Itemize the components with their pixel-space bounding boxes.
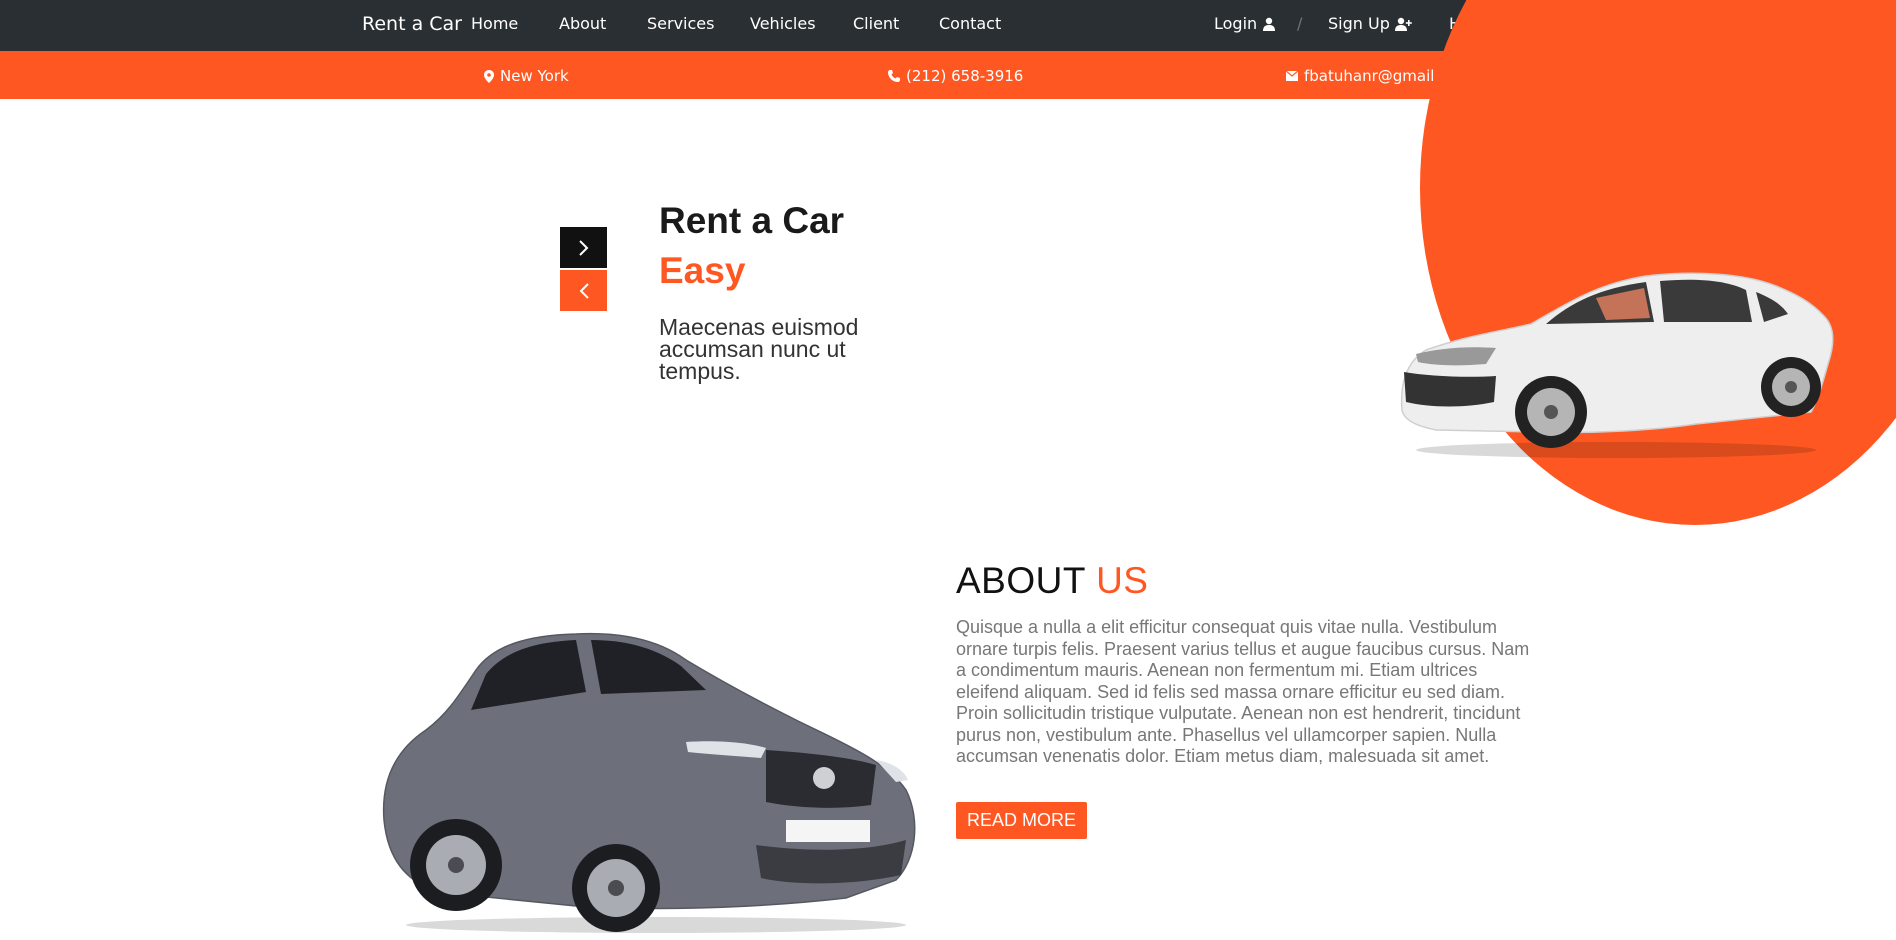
location-text: New York — [500, 67, 569, 85]
chevron-left-icon — [579, 282, 589, 299]
login-label: Login — [1214, 14, 1258, 33]
signup-label: Sign Up — [1328, 14, 1390, 33]
slider-prev-button[interactable] — [560, 270, 607, 311]
about-paragraph: Quisque a nulla a elit efficitur consequ… — [956, 617, 1530, 766]
nav-link-client[interactable]: Client — [853, 14, 899, 33]
hero-car-image — [1396, 262, 1846, 466]
auth-separator: / — [1297, 14, 1303, 33]
about-suv-image — [376, 630, 936, 939]
hero-subtitle: Maecenas euismod accumsan nunc ut tempus… — [659, 314, 859, 384]
brand-logo[interactable]: Rent a Car — [362, 13, 462, 35]
user-plus-icon — [1394, 17, 1412, 31]
about-title-accent: US — [1096, 560, 1149, 601]
signup-link[interactable]: Sign Up — [1328, 14, 1412, 33]
about-title-main: ABOUT — [956, 560, 1086, 601]
hero-accent-title: Easy — [659, 250, 746, 291]
nav-link-home[interactable]: Home — [471, 14, 518, 33]
user-icon — [1263, 17, 1276, 31]
about-title: ABOUT US — [956, 560, 1148, 602]
slider-next-button[interactable] — [560, 227, 607, 268]
read-more-button[interactable]: READ MORE — [956, 802, 1087, 839]
login-link[interactable]: Login — [1214, 14, 1276, 33]
phone-info: (212) 658-3916 — [888, 67, 1023, 85]
nav-link-contact[interactable]: Contact — [939, 14, 1001, 33]
hero-title: Rent a Car — [659, 200, 845, 241]
location-info: New York — [484, 67, 569, 85]
envelope-icon — [1286, 71, 1298, 81]
chevron-right-icon — [578, 239, 588, 256]
nav-link-about[interactable]: About — [559, 14, 606, 33]
map-pin-icon — [484, 69, 494, 83]
phone-text: (212) 658-3916 — [906, 67, 1024, 85]
phone-icon — [888, 70, 900, 82]
nav-link-services[interactable]: Services — [647, 14, 714, 33]
nav-link-vehicles[interactable]: Vehicles — [750, 14, 816, 33]
